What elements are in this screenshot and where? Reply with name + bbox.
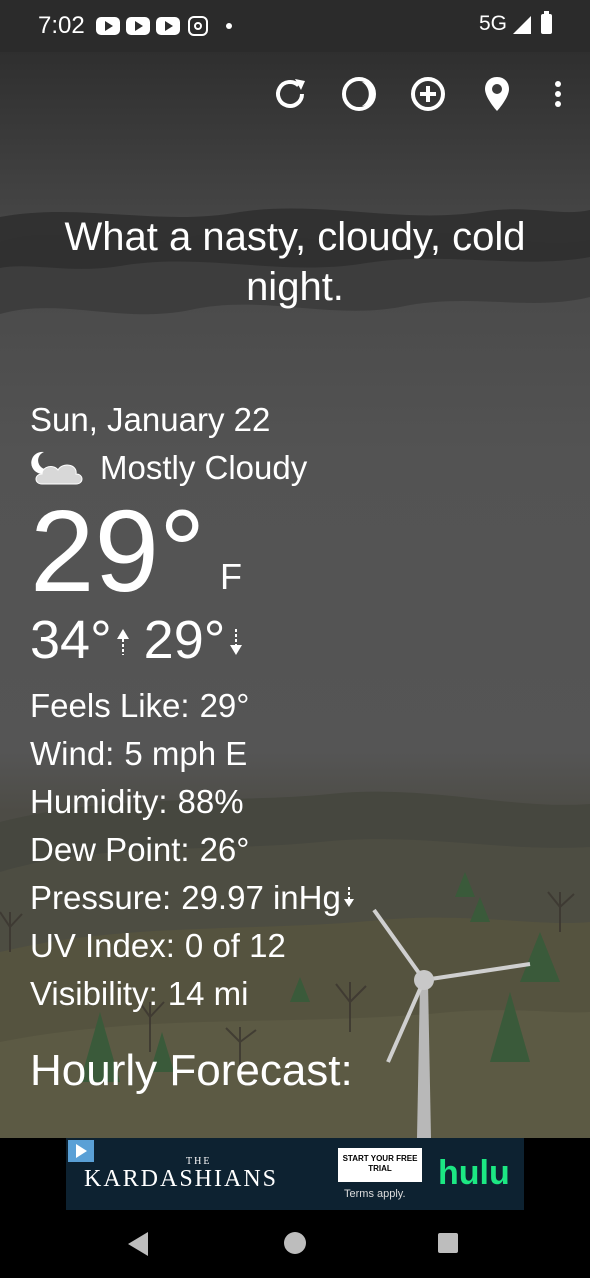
ad-title: KARDASHIANS (84, 1166, 279, 1192)
location-button[interactable] (475, 72, 519, 116)
add-location-button[interactable] (406, 72, 450, 116)
wind-row: Wind: 5 mph E (30, 730, 355, 778)
arrow-up-icon (116, 629, 129, 655)
instagram-icon (188, 16, 208, 36)
notification-icons (96, 16, 232, 36)
humidity-row: Humidity: 88% (30, 778, 355, 826)
uv-index-row: UV Index: 0 of 12 (30, 922, 355, 970)
ad-brand-logo: hulu (438, 1154, 510, 1192)
condition-row: Mostly Cloudy (30, 448, 355, 488)
home-icon[interactable] (284, 1232, 306, 1254)
system-nav-bar (0, 1210, 590, 1278)
ad-terms: Terms apply. (344, 1188, 406, 1200)
detail-label: Humidity: (30, 783, 168, 820)
current-conditions: Sun, January 22 Mostly Cloudy 29° F 34° … (30, 400, 355, 1096)
current-temperature: 29° (30, 486, 206, 616)
detail-label: Dew Point: (30, 831, 190, 868)
ad-cta-button[interactable]: START YOUR FREE TRIAL (338, 1148, 422, 1182)
details-list: Feels Like: 29° Wind: 5 mph E Humidity: 88%… (30, 682, 355, 1018)
current-date: Sun, January 22 (30, 401, 271, 438)
more-vert-icon (555, 81, 561, 107)
detail-label: Visibility: (30, 975, 158, 1012)
signal-icon (513, 16, 531, 34)
battery-icon (541, 11, 552, 34)
temperature-block: 29° F (30, 492, 355, 610)
detail-label: Pressure: (30, 879, 172, 916)
network-type: 5G (478, 12, 507, 35)
detail-label: Wind: (30, 735, 115, 772)
dew-point-row: Dew Point: 26° (30, 826, 355, 874)
weather-headline: What a nasty, cloudy, cold night. (64, 215, 526, 309)
recents-icon[interactable] (438, 1233, 458, 1253)
detail-value: 26° (199, 831, 250, 868)
location-pin-icon (485, 77, 509, 111)
high-low-row: 34° 29° (30, 610, 355, 670)
pressure-falling-icon (343, 887, 354, 907)
detail-label: Feels Like: (30, 687, 190, 724)
low-temperature: 29° (143, 610, 226, 670)
detail-value: 29.97 inHg (181, 879, 341, 916)
detail-value: 29° (199, 687, 250, 724)
visibility-row: Visibility: 14 mi (30, 970, 355, 1018)
status-right: 5G (478, 11, 552, 36)
refresh-icon (276, 79, 305, 108)
condition-text: Mostly Cloudy (100, 449, 308, 486)
youtube-icon (126, 17, 150, 35)
pressure-row: Pressure: 29.97 inHg (30, 874, 355, 922)
ad-creative[interactable]: THE KARDASHIANS START YOUR FREE TRIAL Te… (66, 1138, 524, 1210)
detail-value: 0 of 12 (184, 927, 286, 964)
hourly-forecast-heading: Hourly Forecast: (30, 1046, 353, 1095)
detail-label: UV Index: (30, 927, 175, 964)
more-options-button[interactable] (536, 72, 580, 116)
detail-value: 14 mi (167, 975, 249, 1012)
weather-scene: What a nasty, cloudy, cold night. Sun, J… (0, 52, 590, 1138)
add-location-icon (411, 77, 445, 111)
more-notifications-dot-icon (226, 23, 232, 29)
theme-icon (342, 77, 376, 111)
youtube-icon (96, 17, 120, 35)
status-bar: 7:02 5G (0, 0, 590, 52)
feels-like-row: Feels Like: 29° (30, 682, 355, 730)
high-temperature: 34° (30, 610, 112, 670)
youtube-icon (156, 17, 180, 35)
arrow-down-icon (230, 629, 243, 655)
status-time: 7:02 (38, 12, 85, 39)
ad-banner[interactable]: THE KARDASHIANS START YOUR FREE TRIAL Te… (0, 1138, 590, 1210)
detail-value: 5 mph E (124, 735, 248, 772)
ad-choices-icon[interactable] (68, 1140, 94, 1162)
detail-value: 88% (177, 783, 244, 820)
theme-button[interactable] (337, 72, 381, 116)
partly-cloudy-night-icon (31, 451, 83, 485)
back-icon[interactable] (128, 1232, 148, 1256)
temperature-unit: F (220, 556, 242, 597)
refresh-button[interactable] (268, 72, 312, 116)
